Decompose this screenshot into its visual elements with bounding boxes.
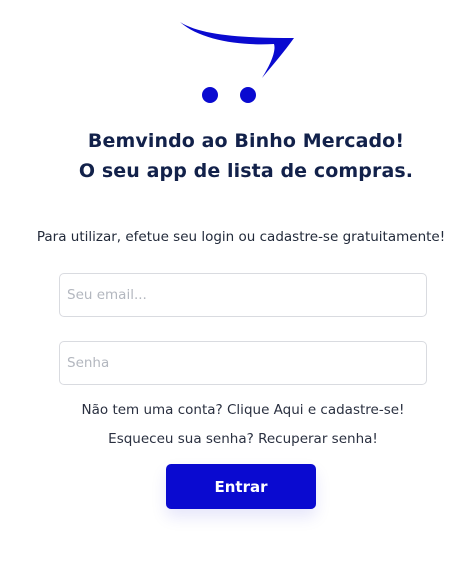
password-field[interactable] bbox=[59, 341, 427, 385]
signup-link[interactable]: Não tem uma conta? Clique Aqui e cadastr… bbox=[0, 402, 472, 418]
email-field[interactable] bbox=[59, 273, 427, 317]
login-instructions: Para utilizar, efetue seu login ou cadas… bbox=[36, 229, 446, 245]
login-button[interactable]: Entrar bbox=[166, 464, 316, 509]
welcome-heading: Bemvindo ao Binho Mercado! O seu app de … bbox=[0, 126, 472, 186]
welcome-heading-line-1: Bemvindo ao Binho Mercado! bbox=[87, 130, 405, 152]
recover-password-link[interactable]: Esqueceu sua senha? Recuperar senha! bbox=[0, 431, 472, 447]
shopping-cart-logo-icon bbox=[176, 18, 300, 108]
welcome-heading-line-2: O seu app de lista de compras. bbox=[78, 160, 414, 182]
